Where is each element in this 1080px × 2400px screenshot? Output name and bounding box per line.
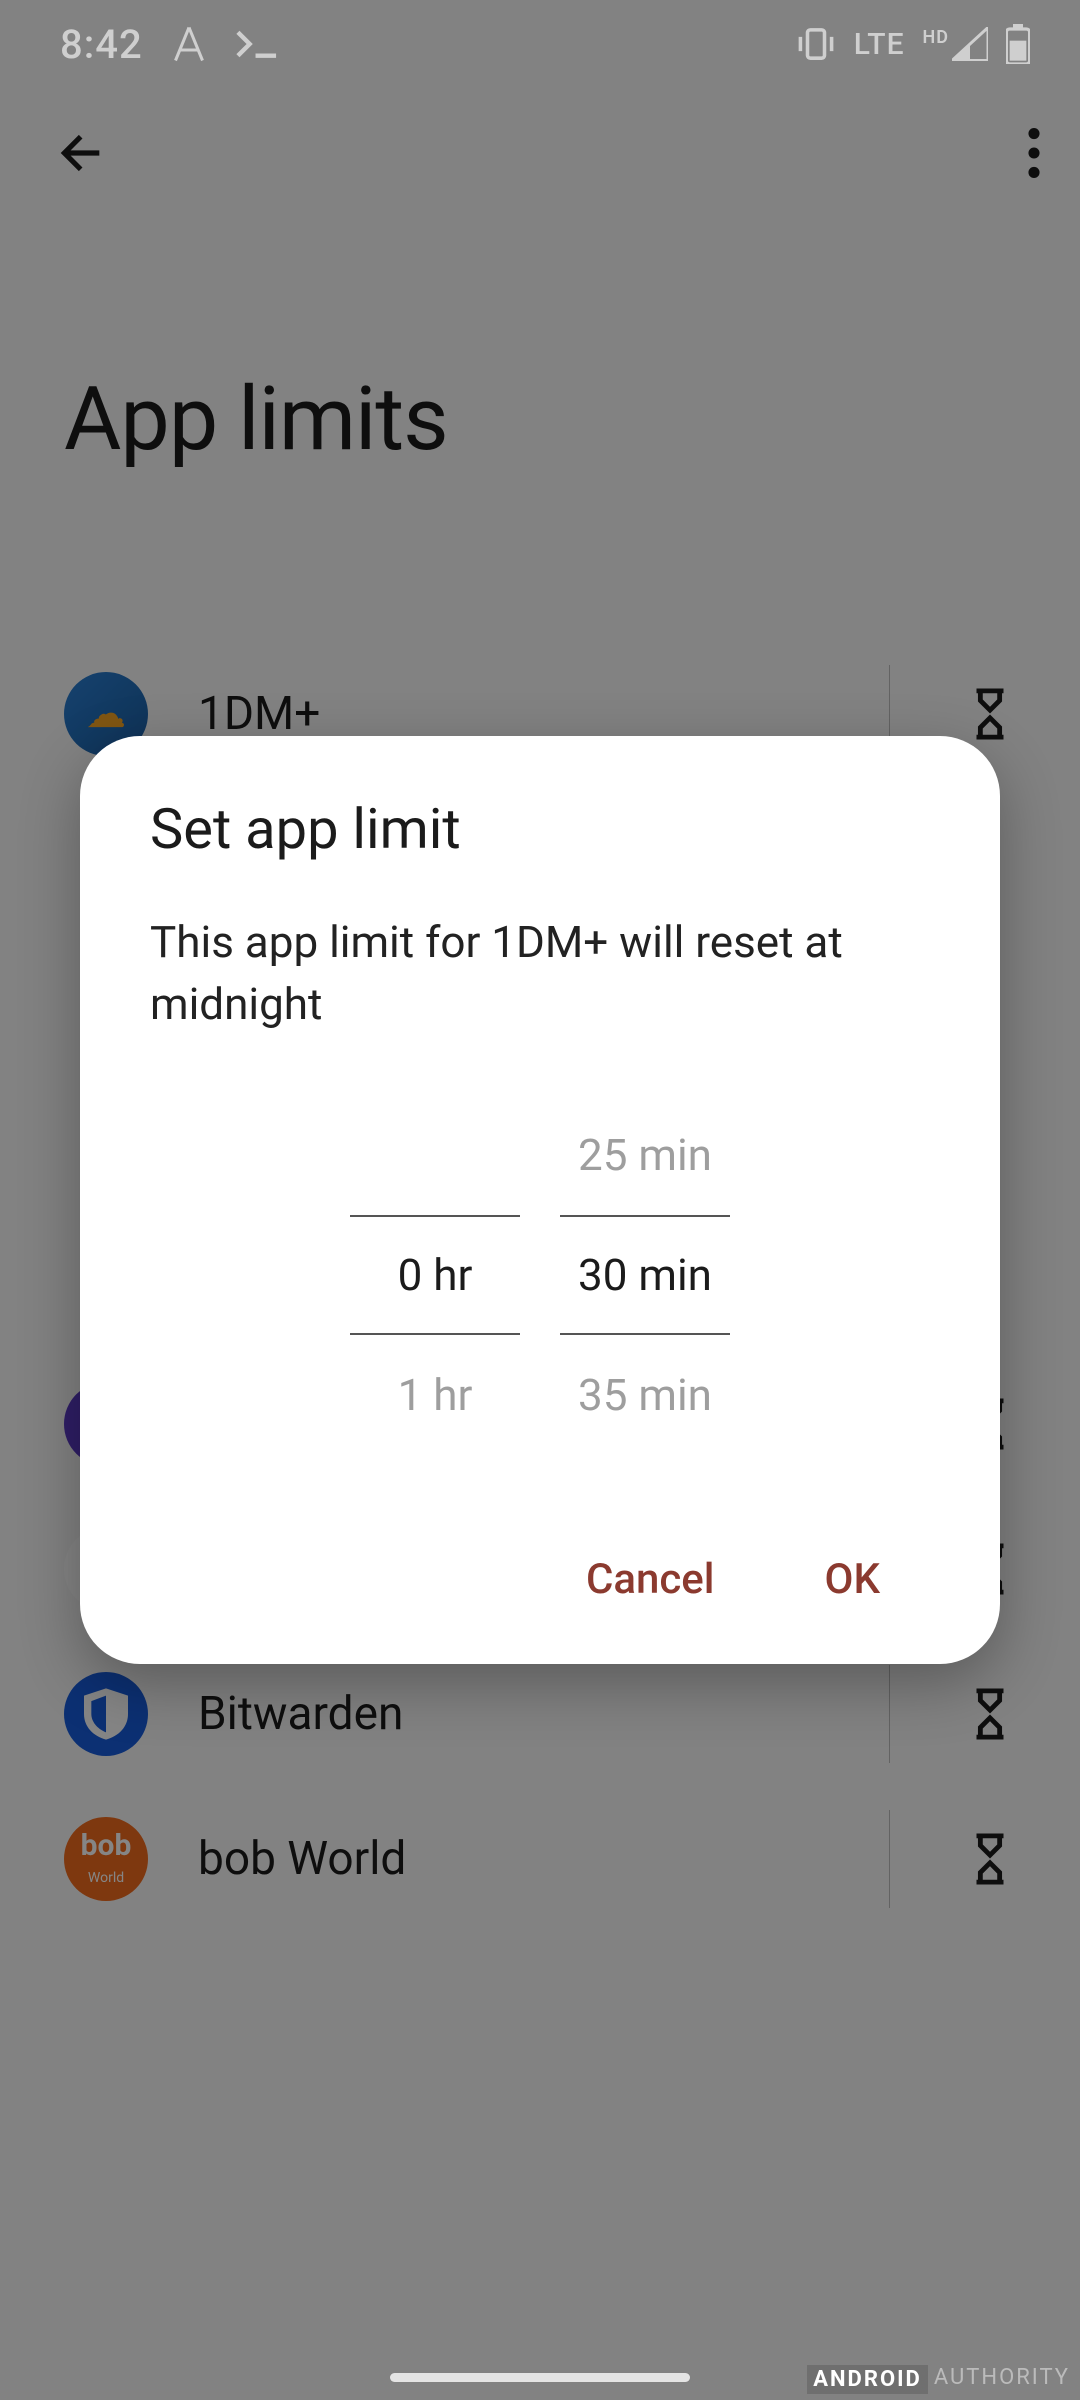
vibrate-icon xyxy=(796,27,836,61)
dialog-body: This app limit for 1DM+ will reset at mi… xyxy=(150,912,930,1035)
dialog: Set app limit This app limit for 1DM+ wi… xyxy=(80,736,1000,1664)
statusbar: 8:42 LTE HD xyxy=(0,0,1080,88)
nav-icon xyxy=(171,24,207,64)
picker-prev[interactable]: 25 min xyxy=(578,1095,712,1215)
hd-label: HD xyxy=(923,27,949,48)
time-picker[interactable]: 0 hr 1 hr 25 min 30 min 35 min xyxy=(150,1095,930,1455)
picker-selected[interactable]: 30 min xyxy=(560,1215,730,1335)
clock: 8:42 xyxy=(60,21,143,68)
ok-button[interactable]: OK xyxy=(815,1535,890,1624)
picker-selected[interactable]: 0 hr xyxy=(350,1215,520,1335)
modal-overlay[interactable]: 8:42 LTE HD Set app limit This app limit… xyxy=(0,0,1080,2400)
picker-next[interactable]: 1 hr xyxy=(398,1335,473,1455)
dialog-actions: Cancel OK xyxy=(150,1535,930,1624)
minute-picker[interactable]: 25 min 30 min 35 min xyxy=(560,1095,730,1455)
network-label: LTE xyxy=(854,27,905,62)
cancel-button[interactable]: Cancel xyxy=(576,1535,725,1624)
hour-picker[interactable]: 0 hr 1 hr xyxy=(350,1095,520,1455)
dialog-title: Set app limit xyxy=(150,796,930,862)
signal-icon xyxy=(952,27,988,61)
picker-next[interactable]: 35 min xyxy=(578,1335,712,1455)
battery-icon xyxy=(1006,24,1030,64)
gesture-bar[interactable] xyxy=(390,2373,690,2382)
terminal-icon xyxy=(235,29,279,59)
watermark: ANDROID AUTHORITY xyxy=(807,2365,1070,2394)
